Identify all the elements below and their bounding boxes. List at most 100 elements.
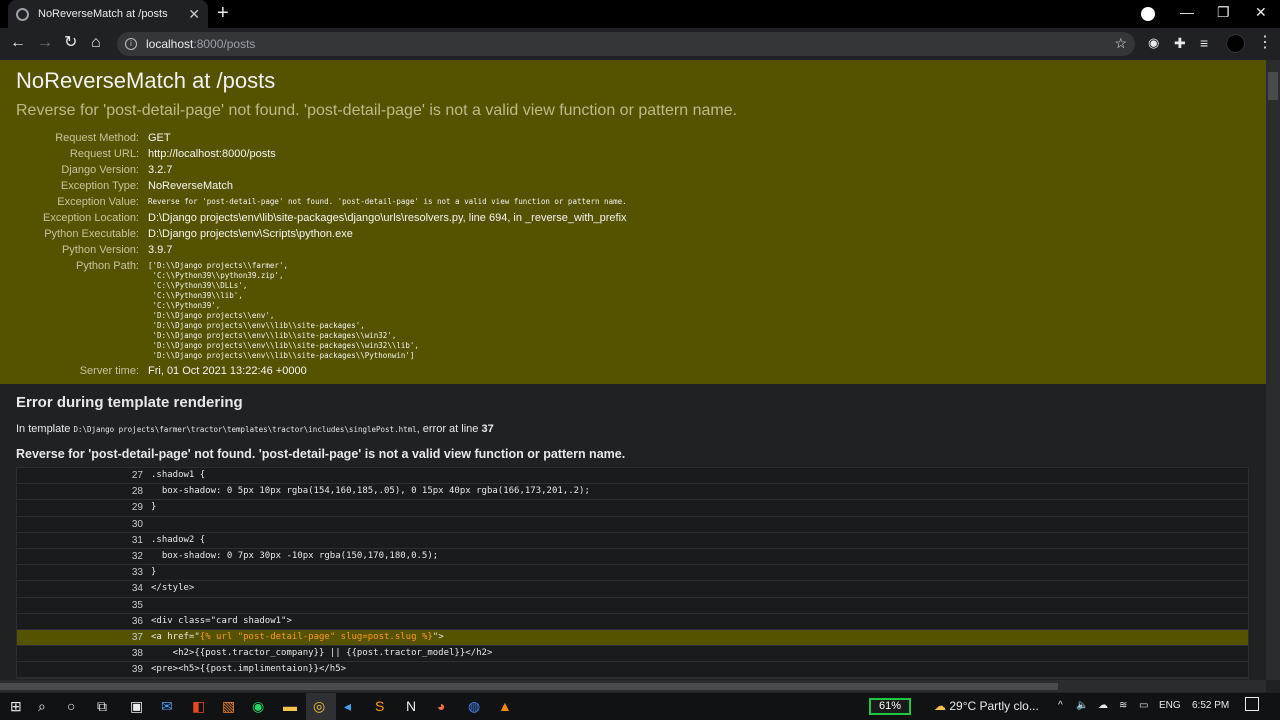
vertical-scrollbar[interactable] — [1266, 60, 1280, 680]
horizontal-scrollbar[interactable] — [0, 680, 1266, 692]
code-text: <div class="card shadow1"> — [151, 615, 292, 626]
meta-row: Django Version: 3.2.7 — [16, 162, 1250, 178]
media-control-icon[interactable] — [1141, 7, 1155, 21]
template-error-section: Error during template rendering In templ… — [0, 384, 1266, 680]
code-row: 39 <pre><h5>{{post.implimentaion}}</h5> — [17, 662, 1248, 679]
meta-row: Python Path: ['D:\\Django projects\\farme… — [16, 258, 1250, 361]
weather-text: 29°C Partly clo... — [949, 699, 1039, 713]
line-number: 30 — [131, 518, 143, 530]
extension-glasses-icon[interactable]: ◉ — [1148, 34, 1159, 52]
browser-tab[interactable]: NoReverseMatch at /posts ✕ — [8, 0, 208, 28]
mail-icon[interactable]: ✉ — [161, 698, 173, 714]
close-tab-icon[interactable]: ✕ — [188, 6, 200, 23]
menu-kebab-icon[interactable]: ⋮ — [1257, 34, 1273, 52]
line-number: 29 — [131, 502, 143, 514]
code-row: 28 box-shadow: 0 5px 10px rgba(154,160,1… — [17, 484, 1248, 501]
new-tab-button[interactable]: + — [217, 3, 229, 23]
error-summary: NoReverseMatch at /posts Reverse for 'po… — [0, 60, 1266, 384]
store-icon[interactable]: ▣ — [130, 698, 143, 714]
code-row: 29} — [17, 500, 1248, 517]
vertical-scroll-thumb[interactable] — [1268, 72, 1278, 100]
code-row: 38 <h2>{{post.tractor_company}} || {{pos… — [17, 646, 1248, 663]
page-content: NoReverseMatch at /posts Reverse for 'po… — [0, 60, 1266, 680]
file-explorer-icon[interactable]: ▬ — [283, 698, 297, 714]
vlc-icon[interactable]: ▲ — [498, 698, 512, 714]
globe-icon — [16, 7, 29, 21]
code-row: 33} — [17, 565, 1248, 582]
code-text: <a href="{% url "post-detail-page" slug=… — [151, 631, 444, 642]
chrome-icon[interactable]: ◎ — [313, 698, 325, 714]
address-path: :8000/posts — [193, 37, 256, 51]
address-host: localhost — [146, 37, 194, 51]
notification-icon[interactable] — [1245, 697, 1259, 711]
code-row: 34 </style> — [17, 581, 1248, 598]
language-indicator[interactable]: ENG — [1159, 700, 1181, 711]
sublime-like-icon[interactable]: ▧ — [222, 698, 235, 714]
clock[interactable]: 6:52 PM — [1192, 700, 1229, 711]
meta-row: Exception Type: NoReverseMatch — [16, 178, 1250, 194]
line-number: 31 — [131, 534, 143, 546]
meta-row: Exception Value: Reverse for 'post-detail… — [16, 194, 1250, 210]
battery-tray-icon[interactable]: ▭ — [1139, 700, 1148, 711]
forward-icon[interactable]: → — [37, 34, 53, 52]
meta-key: Exception Value: — [57, 196, 139, 208]
tray-chevron-icon[interactable]: ^ — [1058, 700, 1063, 711]
extensions-puzzle-icon[interactable]: ✚ — [1174, 34, 1186, 52]
reload-icon[interactable]: ↻ — [64, 34, 77, 52]
meta-value: http://localhost:8000/posts — [148, 148, 276, 160]
line-number: 28 — [131, 486, 143, 498]
notion-icon[interactable]: N — [406, 698, 416, 714]
source-code-table: 27 .shadow1 {28 box-shadow: 0 5px 10px rg… — [16, 467, 1249, 680]
tab-strip: NoReverseMatch at /posts ✕ + — ❐ ✕ — [0, 0, 1280, 28]
code-text: } — [151, 502, 157, 513]
wifi-icon[interactable]: ≋ — [1119, 700, 1127, 711]
code-text: .shadow1 { — [151, 470, 206, 480]
site-info-icon[interactable]: i — [125, 38, 137, 50]
minimize-icon[interactable]: — — [1180, 4, 1194, 20]
meta-value: Reverse for 'post-detail-page' not found… — [148, 197, 627, 206]
sublime-text-icon[interactable]: S — [375, 698, 384, 714]
error-title: NoReverseMatch at /posts — [16, 68, 276, 93]
windows-start-icon[interactable]: ⊞ — [10, 698, 22, 714]
template-error-message: Reverse for 'post-detail-page' not found… — [16, 447, 626, 461]
meta-row: Exception Location: D:\Django projects\en… — [16, 210, 1250, 226]
code-text: box-shadow: 0 5px 10px rgba(154,160,185,… — [151, 486, 590, 497]
office-icon[interactable]: ◧ — [192, 698, 205, 714]
bookmark-star-icon[interactable]: ☆ — [1114, 35, 1127, 52]
profile-avatar[interactable] — [1226, 34, 1245, 53]
browser-app-icon[interactable]: ◍ — [468, 698, 480, 714]
home-icon[interactable]: ⌂ — [91, 34, 101, 52]
meta-key: Python Executable: — [44, 228, 139, 240]
horizontal-scroll-thumb[interactable] — [0, 683, 1058, 690]
code-row: 27 .shadow1 { — [17, 468, 1248, 485]
firefox-icon[interactable]: ◕ — [437, 698, 445, 714]
error-expression: {% url "post-detail-page" slug=post.slug… — [199, 631, 433, 642]
back-icon[interactable]: ← — [10, 34, 26, 52]
whatsapp-icon[interactable]: ◉ — [252, 698, 264, 714]
battery-indicator[interactable]: 61% — [869, 698, 911, 715]
restore-icon[interactable]: ❐ — [1217, 4, 1230, 21]
template-intro: In template D:\Django projects\farmer\tr… — [16, 423, 1250, 435]
line-number: 33 — [131, 567, 143, 579]
meta-key: Python Version: — [61, 244, 139, 256]
code-text: </style> — [151, 583, 195, 594]
meta-value: Fri, 01 Oct 2021 13:22:46 +0000 — [148, 365, 307, 377]
meta-key: Exception Location: — [42, 212, 139, 224]
search-icon[interactable]: ⌕ — [38, 698, 46, 714]
code-row: 36 <div class="card shadow1"> — [17, 613, 1248, 630]
meta-key: Request URL: — [69, 148, 139, 160]
address-bar[interactable]: i localhost:8000/posts ☆ — [117, 32, 1135, 56]
close-window-icon[interactable]: ✕ — [1255, 4, 1267, 21]
meta-key: Request Method: — [55, 132, 139, 144]
weather-widget[interactable]: ☁ 29°C Partly clo... — [934, 699, 1039, 713]
onedrive-icon[interactable]: ☁ — [1098, 700, 1108, 711]
vscode-icon[interactable]: ◂ — [344, 698, 351, 714]
code-row: 32 box-shadow: 0 7px 30px -10px rgba(150… — [17, 548, 1248, 566]
task-view-icon[interactable]: ⧉ — [97, 698, 107, 714]
weather-cloud-icon: ☁ — [934, 699, 946, 713]
line-number: 38 — [131, 648, 143, 660]
volume-icon[interactable]: 🔈 — [1076, 700, 1088, 711]
reading-list-icon[interactable]: ≡ — [1200, 34, 1208, 52]
line-number: 39 — [131, 664, 143, 676]
cortana-icon[interactable]: ○ — [67, 698, 75, 714]
